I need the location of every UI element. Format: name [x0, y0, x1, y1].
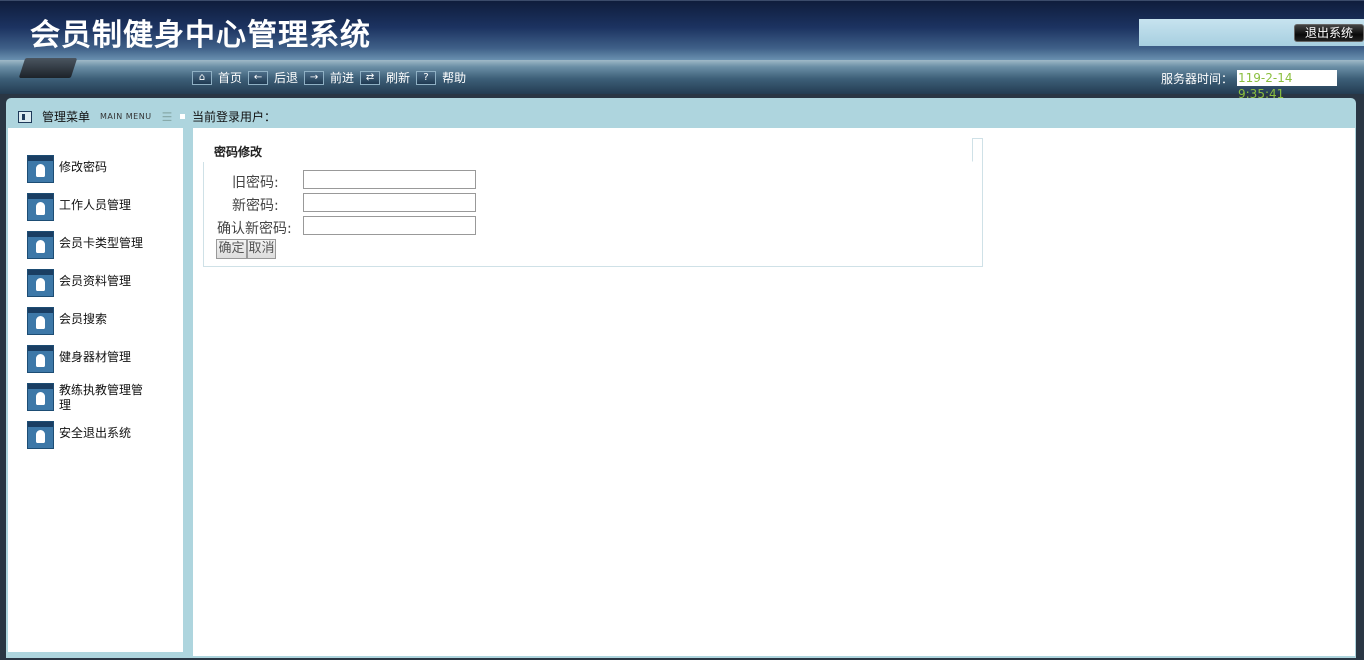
nav-toolbar: ⌂ 首页 ← 后退 → 前进 ⇄ 刷新 ? 帮助 [192, 69, 472, 86]
app-title: 会员制健身中心管理系统 [30, 18, 371, 53]
sidebar-item-label: 安全退出系统 [59, 426, 132, 440]
user-window-icon [27, 421, 54, 449]
sidebar-item-label: 健身器材管理 [59, 350, 132, 364]
menu-lines-icon: ☰ [161, 109, 173, 124]
nav-refresh-label: 刷新 [386, 71, 411, 85]
sidebar-item-staff[interactable]: 工作人员管理 [27, 193, 147, 221]
confirm-password-label: 确认新密码: [217, 221, 292, 237]
sidebar-item-label: 工作人员管理 [59, 198, 132, 212]
sidebar-item-label: 会员资料管理 [59, 274, 132, 288]
current-user-label: 当前登录用户： [192, 110, 277, 124]
server-time-label: 服务器时间： [1161, 72, 1234, 86]
sidebar-item-member-search[interactable]: 会员搜索 [27, 307, 147, 335]
sidebar-item-coaching[interactable]: 教练执教管理管理 [27, 383, 147, 413]
nav-help[interactable]: ? 帮助 [416, 69, 466, 86]
current-user-bar: 当前登录用户： [180, 108, 276, 125]
home-icon: ⌂ [192, 70, 212, 85]
user-window-icon [27, 345, 54, 373]
monitor-icon [18, 58, 78, 78]
menu-subtitle: MAIN MENU [100, 112, 152, 121]
user-window-icon [27, 383, 54, 411]
confirm-password-input[interactable] [303, 216, 476, 235]
nav-refresh[interactable]: ⇄ 刷新 [360, 69, 410, 86]
form-title-tab [203, 138, 973, 162]
old-password-label: 旧密码: [232, 175, 279, 191]
menu-header: 管理菜单 MAIN MENU ☰ [18, 108, 172, 125]
user-window-icon [27, 269, 54, 297]
user-window-icon [27, 155, 54, 183]
nav-home-label: 首页 [218, 71, 243, 85]
form-title: 密码修改 [214, 145, 263, 159]
cancel-button[interactable]: 取消 [247, 239, 276, 259]
refresh-icon: ⇄ [360, 70, 381, 85]
user-window-icon [27, 231, 54, 259]
nav-forward[interactable]: → 前进 [304, 69, 354, 86]
user-window-icon [27, 307, 54, 335]
nav-back-label: 后退 [274, 71, 299, 85]
sidebar-item-card-types[interactable]: 会员卡类型管理 [27, 231, 147, 259]
server-time-value: 119-2-14 9:35:41 [1237, 70, 1337, 101]
user-window-icon [27, 193, 54, 221]
help-icon: ? [416, 70, 437, 85]
nav-help-label: 帮助 [442, 71, 467, 85]
sidebar-item-label: 会员卡类型管理 [59, 236, 144, 250]
nav-back[interactable]: ← 后退 [248, 69, 298, 86]
sidebar-item-label: 会员搜索 [59, 312, 108, 326]
sidebar-item-change-password[interactable]: 修改密码 [27, 155, 147, 183]
sidebar-item-equipment[interactable]: 健身器材管理 [27, 345, 147, 373]
sidebar-item-label: 修改密码 [59, 160, 108, 174]
sidebar-item-logout[interactable]: 安全退出系统 [27, 421, 147, 449]
sidebar-item-member-info[interactable]: 会员资料管理 [27, 269, 147, 297]
menu-title: 管理菜单 [42, 110, 91, 124]
nav-home[interactable]: ⌂ 首页 [192, 69, 242, 86]
logout-button[interactable]: 退出系统 [1294, 24, 1364, 42]
bullet-icon [180, 114, 185, 119]
nav-forward-label: 前进 [330, 71, 355, 85]
forward-arrow-icon: → [304, 70, 325, 85]
old-password-input[interactable] [303, 170, 476, 189]
new-password-label: 新密码: [232, 198, 279, 214]
new-password-input[interactable] [303, 193, 476, 212]
back-arrow-icon: ← [248, 70, 269, 85]
sidebar-item-label: 教练执教管理管理 [59, 383, 144, 412]
confirm-button[interactable]: 确定 [216, 239, 247, 259]
menu-panel-icon [18, 110, 32, 123]
